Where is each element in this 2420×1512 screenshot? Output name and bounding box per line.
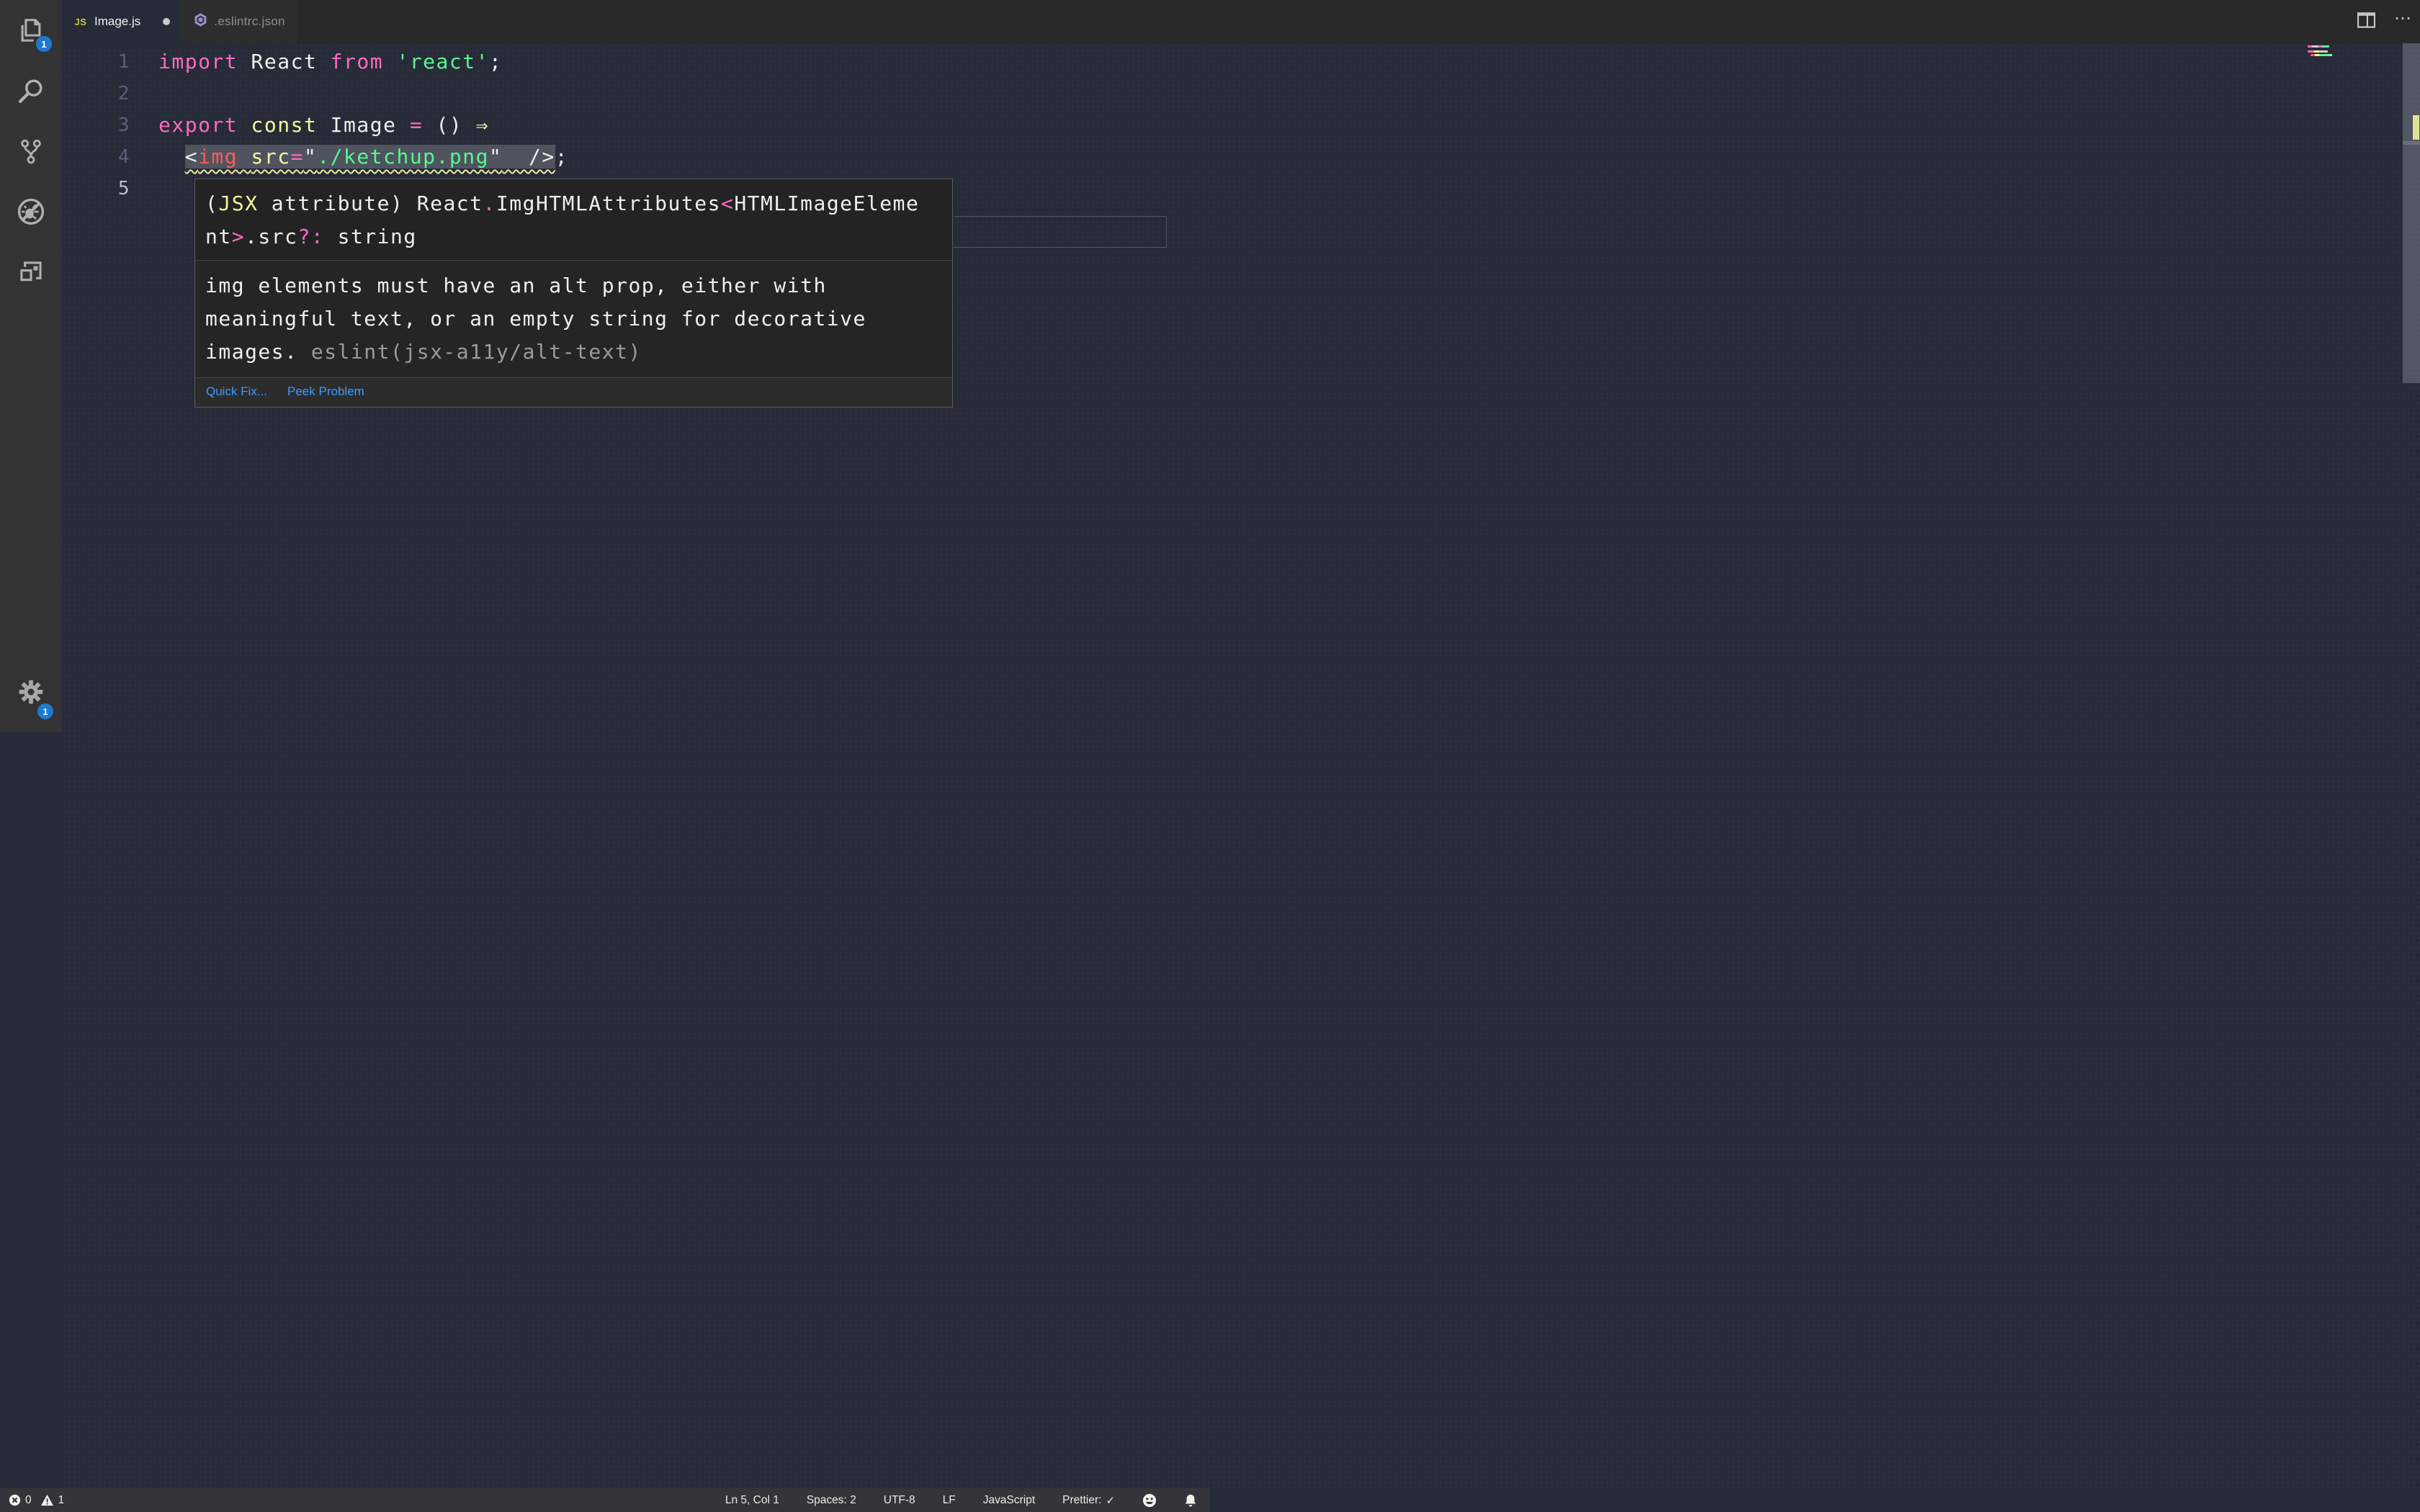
message-line: img elements must have an alt prop, eith… [205,274,827,297]
peek-problem-link[interactable]: Peek Problem [287,384,364,399]
quick-fix-link[interactable]: Quick Fix... [206,384,267,399]
line-number: 1 [117,51,130,73]
minimap[interactable] [2298,43,2403,1488]
split-editor-icon[interactable] [2357,12,2376,32]
explorer-badge: 1 [36,36,52,52]
formatter-status[interactable]: Prettier: ✓ [1062,1494,1115,1507]
file-encoding[interactable]: UTF-8 [884,1494,915,1507]
notifications-bell-icon[interactable] [1184,1493,1197,1508]
eslint-file-icon [193,12,207,31]
js-file-icon: JS [74,16,87,27]
warning-count: 1 [58,1493,65,1506]
hover-tooltip: (JSX attribute) React.ImgHTMLAttributes<… [194,179,953,408]
warning-icon [40,1494,54,1506]
minimap-line [2308,50,2328,53]
vertical-scrollbar[interactable] [2403,43,2420,1488]
tab-eslintrc-json[interactable]: .eslintrc.json [182,0,297,43]
cursor-position[interactable]: Ln 5, Col 1 [725,1494,779,1507]
formatter-label: Prettier: [1062,1493,1102,1506]
error-icon [9,1494,21,1506]
minimap-line [2308,45,2329,48]
explorer-icon[interactable]: 1 [0,0,62,60]
error-count: 0 [25,1493,32,1506]
scrollbar-thumb[interactable] [2403,43,2420,383]
settings-gear-icon[interactable]: 1 [0,662,62,722]
language-mode[interactable]: JavaScript [983,1494,1035,1507]
code-line-2[interactable]: 2 [62,78,2420,109]
code-text: import React from 'react'; [158,50,503,73]
code-text: export const Image = () ⇒ [158,113,489,137]
line-number-active: 5 [117,178,130,199]
activity-bar: 1 1 [0,0,62,732]
hover-lint-message: img elements must have an alt prop, eith… [195,261,952,377]
tab-label: .eslintrc.json [214,14,285,28]
code-line-4[interactable]: 4 <img src="./ketchup.png" />; [62,141,2420,173]
feedback-smiley-icon[interactable] [1142,1493,1157,1508]
tab-label: Image.js [94,14,141,28]
settings-badge: 1 [37,703,53,719]
signature-line: (JSX attribute) React.ImgHTMLAttributes<… [205,192,920,215]
activity-bar-spacer [0,302,62,662]
indentation-setting[interactable]: Spaces: 2 [807,1494,856,1507]
editor-actions: ⋯ [2357,0,2413,43]
overview-ruler-selection-marker [2403,141,2420,145]
source-control-icon[interactable] [0,121,62,181]
more-actions-icon[interactable]: ⋯ [2394,10,2413,33]
line-number: 4 [117,146,130,168]
message-line: meaningful text, or an empty string for … [205,307,866,330]
tab-image-js[interactable]: JS Image.js [62,0,182,43]
eol-setting[interactable]: LF [943,1494,956,1507]
extensions-icon[interactable] [0,242,62,302]
code-text: <img src="./ketchup.png" />; [184,145,569,168]
signature-line: nt>.src?: string [205,225,417,248]
line-number: 2 [117,83,130,104]
code-line-3[interactable]: 3 export const Image = () ⇒ [62,109,2420,141]
minimap-line [2311,54,2332,56]
search-icon[interactable] [0,60,62,121]
tab-bar: JS Image.js .eslintrc.json ⋯ [62,0,2420,43]
message-line: images. eslint(jsx-a11y/alt-text) [205,340,642,364]
debug-disabled-icon[interactable] [0,181,62,242]
line-number: 3 [117,114,130,136]
code-line-1[interactable]: 1 import React from 'react'; [62,46,2420,78]
selected-code-with-warning-squiggle[interactable]: <img src="./ketchup.png" /> [184,145,555,168]
check-icon: ✓ [1106,1494,1115,1507]
overview-ruler-warning-marker [2413,115,2419,140]
status-bar: 0 1 Ln 5, Col 1 Spaces: 2 UTF-8 LF JavaS… [0,1488,1210,1512]
problems-indicator[interactable]: 0 1 [9,1494,64,1507]
hover-type-signature: (JSX attribute) React.ImgHTMLAttributes<… [195,179,952,261]
modified-dot-icon[interactable] [163,18,171,25]
hover-actions: Quick Fix... Peek Problem [195,377,952,407]
